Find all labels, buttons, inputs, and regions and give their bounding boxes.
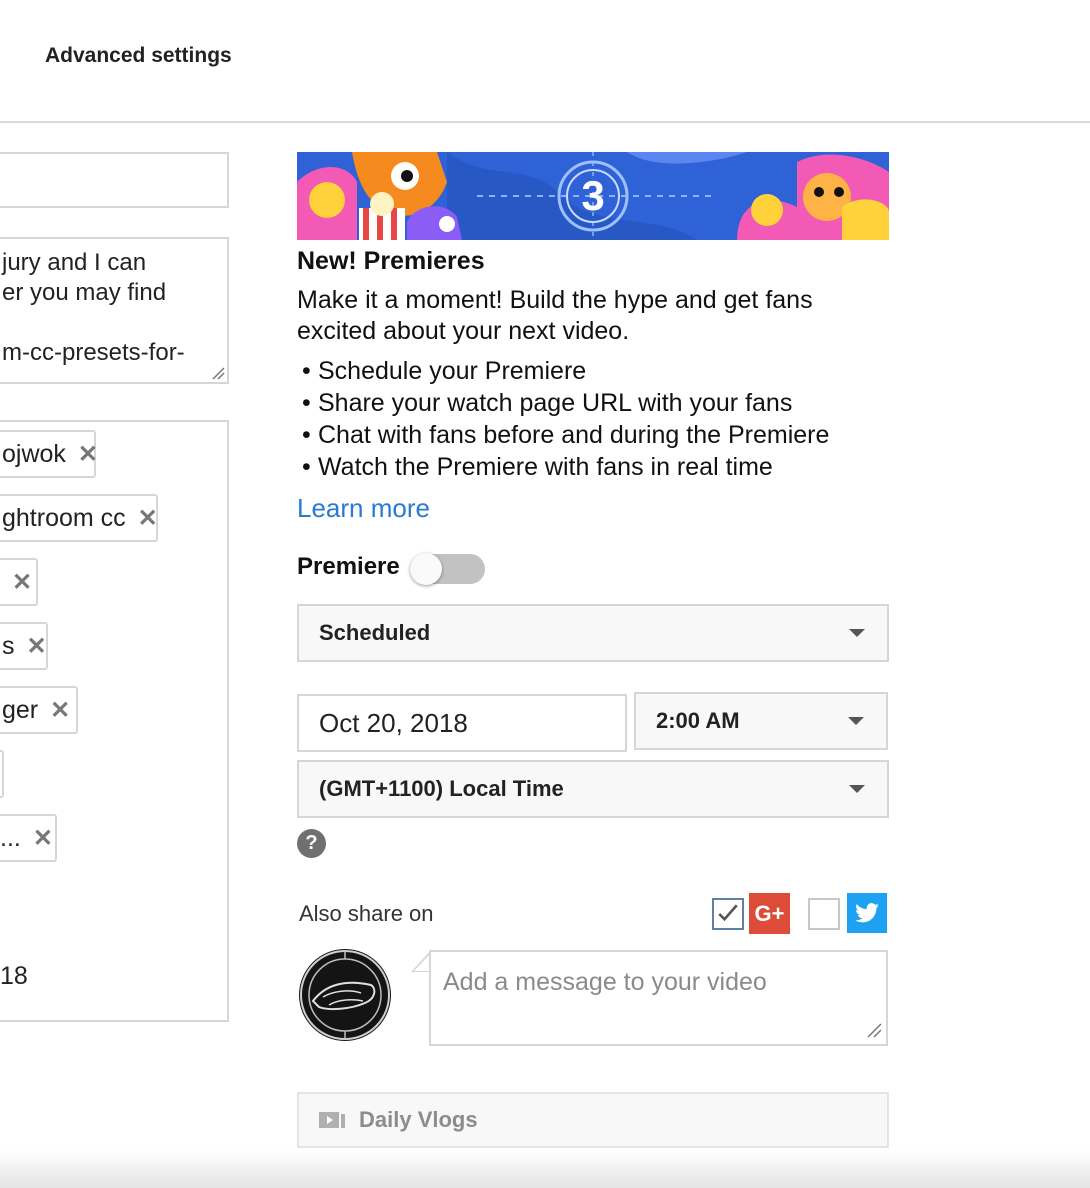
playlist-selector[interactable]: Daily Vlogs bbox=[297, 1092, 889, 1148]
remove-tag-icon[interactable]: ✕ bbox=[50, 696, 70, 725]
chevron-down-icon bbox=[849, 785, 865, 793]
tag-chip: ojwok ✕ bbox=[0, 430, 98, 478]
twitter-icon bbox=[847, 893, 887, 933]
description-line: er you may find bbox=[2, 279, 167, 306]
tag-chip: ✕ bbox=[0, 558, 38, 606]
learn-more-link[interactable]: Learn more bbox=[297, 493, 430, 524]
also-share-label: Also share on bbox=[299, 901, 434, 926]
playlist-icon bbox=[319, 1112, 345, 1128]
bullet-text: Schedule your Premiere bbox=[318, 357, 587, 385]
remove-tag-icon[interactable]: ✕ bbox=[33, 824, 53, 853]
playlist-label: Daily Vlogs bbox=[359, 1107, 478, 1132]
bullet-text: Chat with fans before and during the Pre… bbox=[318, 421, 830, 449]
premieres-banner-illustration: 3 bbox=[297, 152, 889, 240]
chevron-down-icon bbox=[848, 717, 864, 725]
premieres-bullet: • Share your watch page URL with your fan… bbox=[302, 389, 793, 417]
tag-label: ger bbox=[2, 695, 39, 724]
tag-chip: ger ✕ bbox=[0, 686, 78, 734]
bullet-text: Share your watch page URL with your fans bbox=[318, 389, 793, 417]
tag-label: ... bbox=[0, 823, 21, 852]
tag-chip: ghtroom cc ✕ bbox=[0, 494, 158, 542]
tag-chip: ... ✕ bbox=[0, 814, 57, 862]
toggle-knob bbox=[410, 553, 442, 585]
visibility-select-value: Scheduled bbox=[319, 620, 431, 645]
timezone-select-value: (GMT+1100) Local Time bbox=[319, 776, 564, 801]
chevron-down-icon bbox=[849, 629, 865, 637]
premieres-bullet: • Schedule your Premiere bbox=[302, 357, 587, 385]
premiere-toggle-label: Premiere bbox=[297, 553, 400, 580]
share-message-textarea[interactable] bbox=[429, 950, 888, 1046]
google-plus-icon: G+ bbox=[749, 893, 790, 934]
help-icon[interactable]: ? bbox=[297, 829, 326, 858]
premiere-time-select[interactable]: 2:00 AM bbox=[634, 692, 888, 750]
time-select-value: 2:00 AM bbox=[656, 708, 740, 733]
visibility-select[interactable]: Scheduled bbox=[297, 604, 889, 662]
resize-grip-icon[interactable] bbox=[866, 1022, 882, 1038]
description-line: m-cc-presets-for- bbox=[2, 339, 185, 366]
timezone-select[interactable]: (GMT+1100) Local Time bbox=[297, 760, 889, 818]
bullet-text: Watch the Premiere with fans in real tim… bbox=[318, 453, 773, 481]
premieres-bullet: • Watch the Premiere with fans in real ti… bbox=[302, 453, 773, 481]
banner-countdown-number: 3 bbox=[581, 172, 604, 219]
premieres-description: Make it a moment! Build the hype and get… bbox=[297, 286, 813, 345]
premiere-toggle[interactable] bbox=[410, 553, 485, 585]
tag-label: s bbox=[2, 631, 15, 660]
tag-label: ojwok bbox=[2, 439, 66, 468]
google-plus-checkbox[interactable] bbox=[712, 898, 744, 930]
description-line: jury and I can bbox=[2, 249, 147, 276]
remove-tag-icon[interactable]: ✕ bbox=[138, 504, 158, 533]
title-input[interactable] bbox=[0, 152, 229, 208]
tag-chip bbox=[0, 750, 4, 798]
bottom-shadow bbox=[0, 1150, 1090, 1188]
header-divider bbox=[0, 121, 1090, 123]
tag-label: ghtroom cc bbox=[2, 503, 126, 532]
remove-tag-icon[interactable]: ✕ bbox=[78, 440, 98, 469]
premieres-title: New! Premieres bbox=[297, 247, 485, 275]
twitter-bird-icon bbox=[855, 903, 879, 923]
description-textarea[interactable]: jury and I can er you may find m-cc-pres… bbox=[0, 237, 229, 384]
avatar-logo-icon bbox=[300, 950, 390, 1040]
recording-date-fragment: 18 bbox=[0, 962, 28, 990]
premiere-date-input[interactable]: Oct 20, 2018 bbox=[297, 694, 627, 752]
twitter-checkbox[interactable] bbox=[808, 898, 840, 930]
advanced-settings-tab[interactable]: Advanced settings bbox=[45, 44, 232, 68]
premieres-bullet: • Chat with fans before and during the Pr… bbox=[302, 421, 830, 449]
remove-tag-icon[interactable]: ✕ bbox=[27, 632, 47, 661]
tag-chip: s ✕ bbox=[0, 622, 48, 670]
channel-avatar bbox=[299, 949, 391, 1041]
checkmark-icon bbox=[718, 904, 738, 922]
resize-grip-icon[interactable] bbox=[211, 366, 225, 380]
remove-tag-icon[interactable]: ✕ bbox=[12, 568, 32, 597]
